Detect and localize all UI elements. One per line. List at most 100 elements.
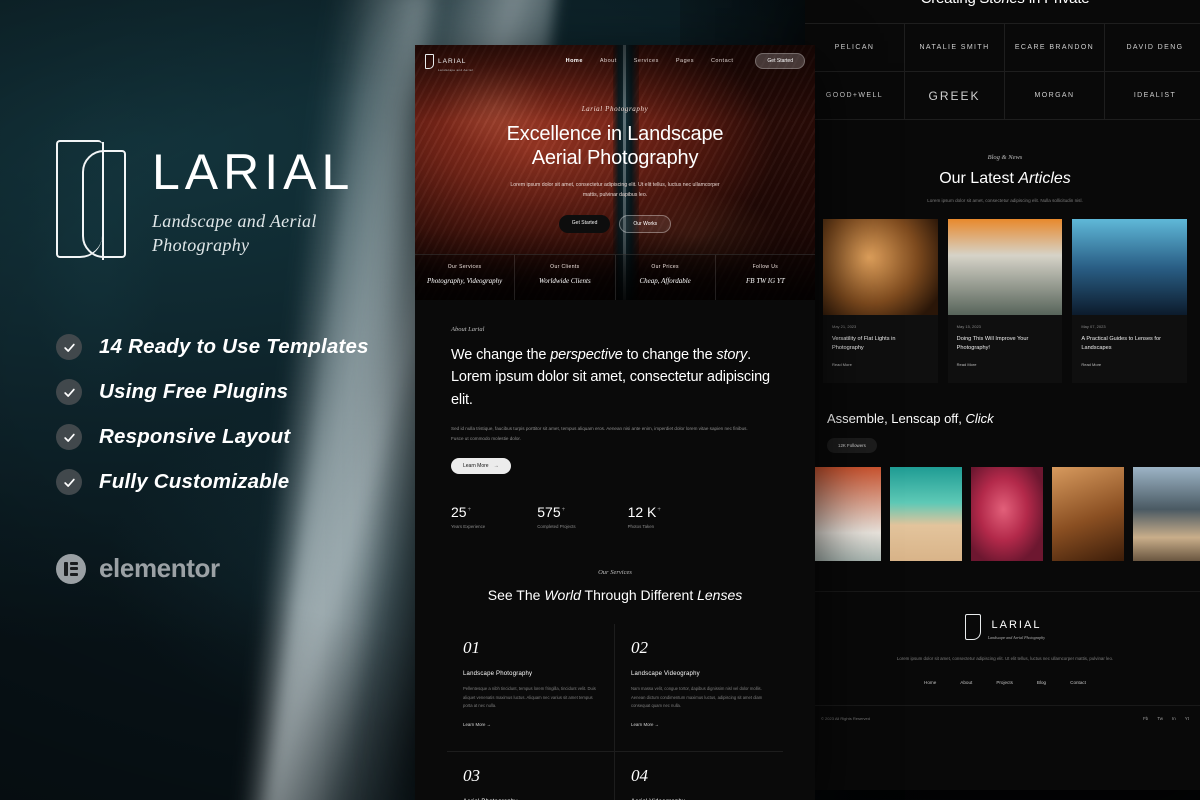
larial-logo-icon [56,140,130,260]
blog-read-more-link[interactable]: Read More [1081,362,1101,367]
footer-bottom-bar: © 2023 All Rights Reserved Fb Tw In Yt [805,704,1200,731]
info-strip-value: Photography, Videography [426,277,503,285]
service-body: Pellentesque a nibh tincidunt, tempus lo… [463,685,596,709]
service-title: Landscape Photography [463,670,533,677]
blog-read-more-link[interactable]: Read More [957,362,977,367]
check-icon [56,424,82,450]
hero-info-strip: Our Services Photography, Videography Ou… [415,254,815,300]
hero-subtitle: Lorem ipsum dolor sit amet, consectetur … [510,182,720,198]
blog-thumbnail [1072,219,1188,315]
service-link-label: Learn More [463,722,486,728]
blog-title: Doing This Will Improve Your Photography… [956,336,1029,352]
hero-buttons: Get Started Our Works [443,214,787,233]
blog-read-more-link[interactable]: Read More [832,362,852,367]
services-heading: See The World Through Different Lenses [415,585,815,606]
service-number: 03 [463,766,480,786]
gallery-heading-em: Click [965,411,994,427]
nav-link-about[interactable]: About [600,58,617,64]
footer-copyright: © 2023 All Rights Reserved [821,715,870,721]
services-heading-part-a: See The [487,586,545,603]
navbar-logo[interactable]: LARIAL Landscape and Aerial [425,50,473,72]
elementor-badge: elementor [56,553,416,584]
client-logo-grid: PELICAN NATALIE SMITH ECARE BRANDON DAVI… [805,23,1200,120]
feature-label: 14 Ready to Use Templates [99,335,369,358]
stat-suffix: + [467,507,472,514]
gallery-strip [805,453,1200,562]
center-page-mockup: LARIAL Landscape and Aerial Home About S… [415,45,815,800]
stat-value: 12 K [627,503,657,520]
blog-date: May 07, 2023 [1081,324,1106,329]
followers-button[interactable]: 12K Followers [827,438,877,454]
info-strip-label: Our Prices [651,264,679,270]
youtube-icon[interactable]: Yt [1185,716,1189,721]
feature-label: Responsive Layout [99,425,291,448]
service-learn-more-link[interactable]: Learn More → [463,722,491,727]
stat-value: 575 [537,503,561,520]
gallery-tile[interactable] [809,467,881,562]
blog-eyebrow: Blog & News [987,154,1023,161]
stat-item: 25+ Years Experience [451,504,485,529]
facebook-icon[interactable]: Fb [1143,716,1148,721]
nav-link-services[interactable]: Services [634,58,659,64]
navbar-logo-icon [425,53,434,69]
service-link-label: Learn More [631,722,654,728]
promo-panel: LARIAL Landscape and Aerial Photography … [56,140,416,584]
service-card[interactable]: 01 Landscape Photography Pellentesque a … [447,623,615,753]
about-heading: We change the perspective to change the … [451,344,779,411]
gallery-tile[interactable] [1133,467,1200,562]
info-strip-value: FB TW IG YT [746,277,785,285]
stat-suffix: + [561,507,566,514]
blog-card[interactable]: May 21, 2023 Versatility of Flat Lights … [823,219,938,384]
service-number: 02 [631,637,648,657]
info-strip-item: Follow Us FB TW IG YT [716,255,815,300]
info-strip-label: Our Services [447,264,482,270]
footer-nav-projects[interactable]: Projects [996,680,1013,685]
instagram-icon[interactable]: In [1172,716,1176,721]
about-heading-em-1: perspective [550,347,623,363]
gallery-heading-part-a: Assemble, Lenscap off, [827,411,966,427]
feature-item: 14 Ready to Use Templates [56,334,416,360]
info-strip-item: Our Clients Worldwide Clients [515,255,616,300]
twitter-icon[interactable]: Tw [1157,716,1163,721]
blog-heading: Our Latest Articles [805,170,1200,188]
hero-primary-button[interactable]: Get Started [558,214,611,233]
footer-nav-about[interactable]: About [960,680,972,685]
feature-list: 14 Ready to Use Templates Using Free Plu… [56,334,416,495]
stat-value-wrap: 12 K+ [628,504,661,520]
service-title: Landscape Videography [631,670,700,677]
services-heading-part-b: Through Different [580,586,698,603]
service-card[interactable]: 02 Landscape Videography Nam massa velit… [615,624,783,753]
footer-nav-home[interactable]: Home [924,680,936,685]
nav-link-pages[interactable]: Pages [676,58,694,64]
clients-heading-part-b: in Private [1025,0,1090,7]
feature-item: Using Free Plugins [56,379,416,405]
stat-value-wrap: 25+ [451,504,485,520]
elementor-icon [56,553,86,584]
service-card[interactable]: 03 Aerial Photography Pellentesque a nib… [447,752,615,800]
services-header: Our Services See The World Through Diffe… [415,529,815,606]
blog-card[interactable]: May 15, 2023 Doing This Will Improve You… [947,219,1063,384]
gallery-tile[interactable] [890,467,962,562]
gallery-header: Assemble, Lenscap off, Click 12K Followe… [805,383,1200,454]
blog-heading-part-a: Our Latest [939,170,1019,187]
stat-value-wrap: 575+ [537,504,575,520]
service-learn-more-link[interactable]: Learn More → [631,722,659,727]
nav-link-home[interactable]: Home [566,58,583,64]
feature-item: Responsive Layout [56,424,416,450]
gallery-tile[interactable] [971,467,1043,562]
hero-secondary-button[interactable]: Our Works [619,214,672,233]
navbar-cta-button[interactable]: Get Started [755,53,805,69]
info-strip-item: Our Prices Cheap, Affordable [616,255,716,300]
about-learn-more-button[interactable]: Learn More → [451,457,511,474]
nav-link-contact[interactable]: Contact [711,58,733,64]
clients-heading-part-a: Creating [921,0,980,7]
check-icon [56,469,82,495]
about-heading-part-a: We change the [451,347,551,363]
footer-nav-blog[interactable]: Blog [1037,680,1046,685]
gallery-tile[interactable] [1052,467,1124,562]
footer-nav-contact[interactable]: Contact [1070,680,1086,685]
blog-card[interactable]: May 07, 2023 A Practical Guides to Lense… [1072,219,1188,384]
service-card[interactable]: 04 Aerial Videography Nam massa velit, c… [615,752,783,800]
hero-title-line2: Aerial Photography [531,147,699,169]
check-icon [56,379,82,405]
